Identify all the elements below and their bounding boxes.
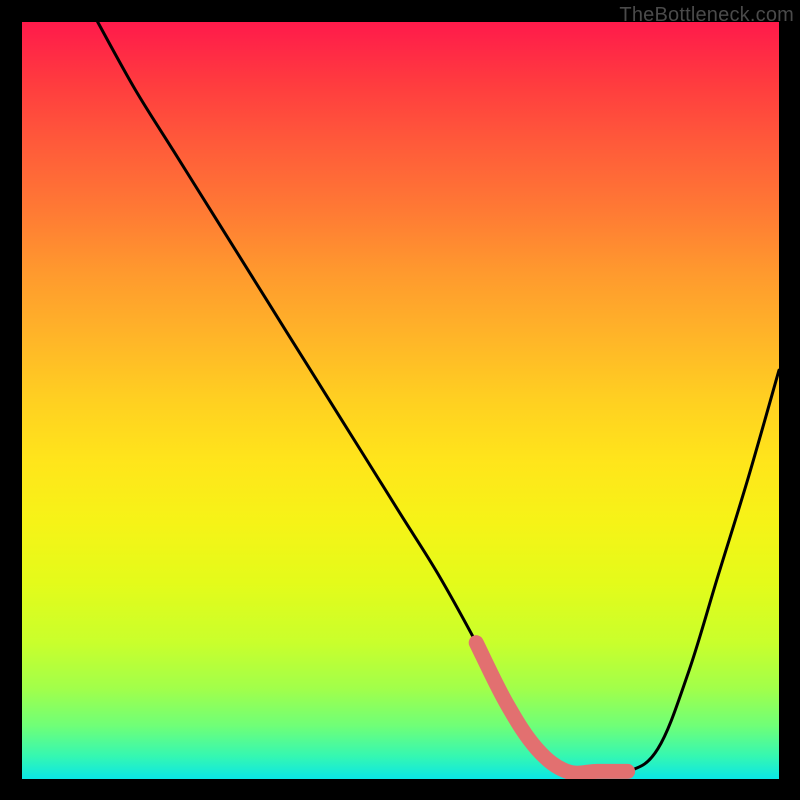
watermark-text: TheBottleneck.com <box>619 4 794 27</box>
chart-frame: TheBottleneck.com <box>0 0 800 800</box>
curve-layer <box>22 22 779 779</box>
series-curve <box>98 22 779 773</box>
plot-area <box>22 22 779 779</box>
series-highlight <box>476 643 627 774</box>
